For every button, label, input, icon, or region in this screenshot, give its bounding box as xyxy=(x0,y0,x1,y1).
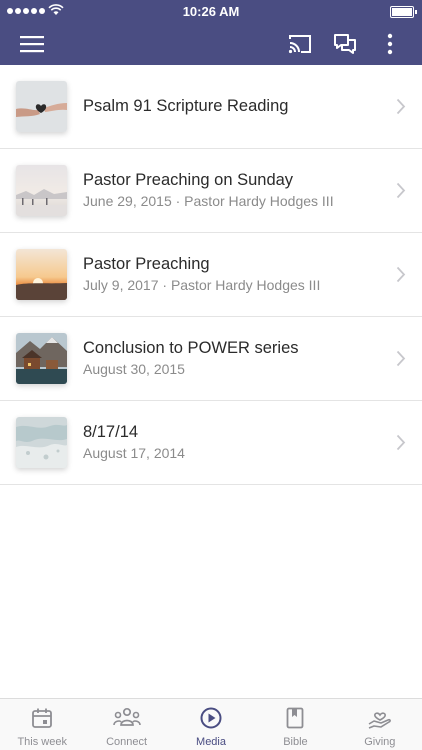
tab-label: Connect xyxy=(106,736,148,748)
media-item[interactable]: Conclusion to POWER series August 30, 20… xyxy=(0,317,422,401)
menu-button[interactable] xyxy=(10,22,54,65)
media-item-subtitle: June 29, 2015 · Pastor Hardy Hodges III xyxy=(83,193,334,209)
tab-label: This week xyxy=(17,736,67,748)
media-item-title: Pastor Preaching on Sunday xyxy=(83,171,294,189)
tab-label: Media xyxy=(196,736,226,748)
media-item-subtitle: August 17, 2014 xyxy=(83,445,185,461)
status-time: 10:26 AM xyxy=(182,4,240,19)
thumbnail-ocean-foam xyxy=(16,417,67,468)
thumbnail-mountain-cabin xyxy=(16,333,67,384)
media-item[interactable]: Psalm 91 Scripture Reading xyxy=(0,65,422,149)
chat-button[interactable] xyxy=(325,22,365,65)
tab-giving[interactable]: Giving xyxy=(338,699,422,750)
app-header xyxy=(0,22,422,65)
media-item[interactable]: Pastor Preaching July 9, 2017 · Pastor H… xyxy=(0,233,422,317)
media-item-subtitle: August 30, 2015 xyxy=(83,361,185,377)
thumbnail-hands-heart xyxy=(16,81,67,132)
chevron-right-icon xyxy=(396,266,406,283)
vertical-dots-icon xyxy=(387,33,393,54)
chat-bubbles-icon xyxy=(334,33,356,54)
thumbnail-sunset xyxy=(16,249,67,300)
media-item-subtitle: July 9, 2017 · Pastor Hardy Hodges III xyxy=(83,277,321,293)
tab-bible[interactable]: Bible xyxy=(253,699,337,750)
cast-icon xyxy=(288,34,311,53)
media-item-title: Pastor Preaching xyxy=(83,255,210,273)
cast-button[interactable] xyxy=(280,22,320,65)
tab-connect[interactable]: Connect xyxy=(84,699,168,750)
chevron-right-icon xyxy=(396,350,406,367)
status-bar: 10:26 AM xyxy=(0,0,422,22)
media-item-title: 8/17/14 xyxy=(83,423,139,441)
media-item-title: Psalm 91 Scripture Reading xyxy=(83,97,289,115)
people-icon xyxy=(112,707,141,726)
chevron-right-icon xyxy=(396,182,406,199)
chevron-right-icon xyxy=(396,434,406,451)
tab-bar: This week Connect Media Bible Giving xyxy=(0,698,422,750)
bookmark-book-icon xyxy=(287,707,304,729)
more-options-button[interactable] xyxy=(372,22,408,65)
tab-label: Bible xyxy=(283,736,308,748)
tab-media[interactable]: Media xyxy=(169,699,253,750)
tab-label: Giving xyxy=(364,736,396,748)
media-item[interactable]: Pastor Preaching on Sunday June 29, 2015… xyxy=(0,149,422,233)
media-item-title: Conclusion to POWER series xyxy=(83,339,299,357)
hamburger-icon xyxy=(20,35,44,52)
chevron-right-icon xyxy=(396,98,406,115)
battery-icon xyxy=(390,6,417,18)
hand-heart-icon xyxy=(368,712,391,729)
calendar-icon xyxy=(32,708,53,728)
media-item[interactable]: 8/17/14 August 17, 2014 xyxy=(0,401,422,485)
thumbnail-misty-lake xyxy=(16,165,67,216)
tab-this-week[interactable]: This week xyxy=(0,699,84,750)
play-circle-icon xyxy=(200,707,222,729)
media-list: Psalm 91 Scripture Reading Pastor Preach… xyxy=(0,65,422,485)
